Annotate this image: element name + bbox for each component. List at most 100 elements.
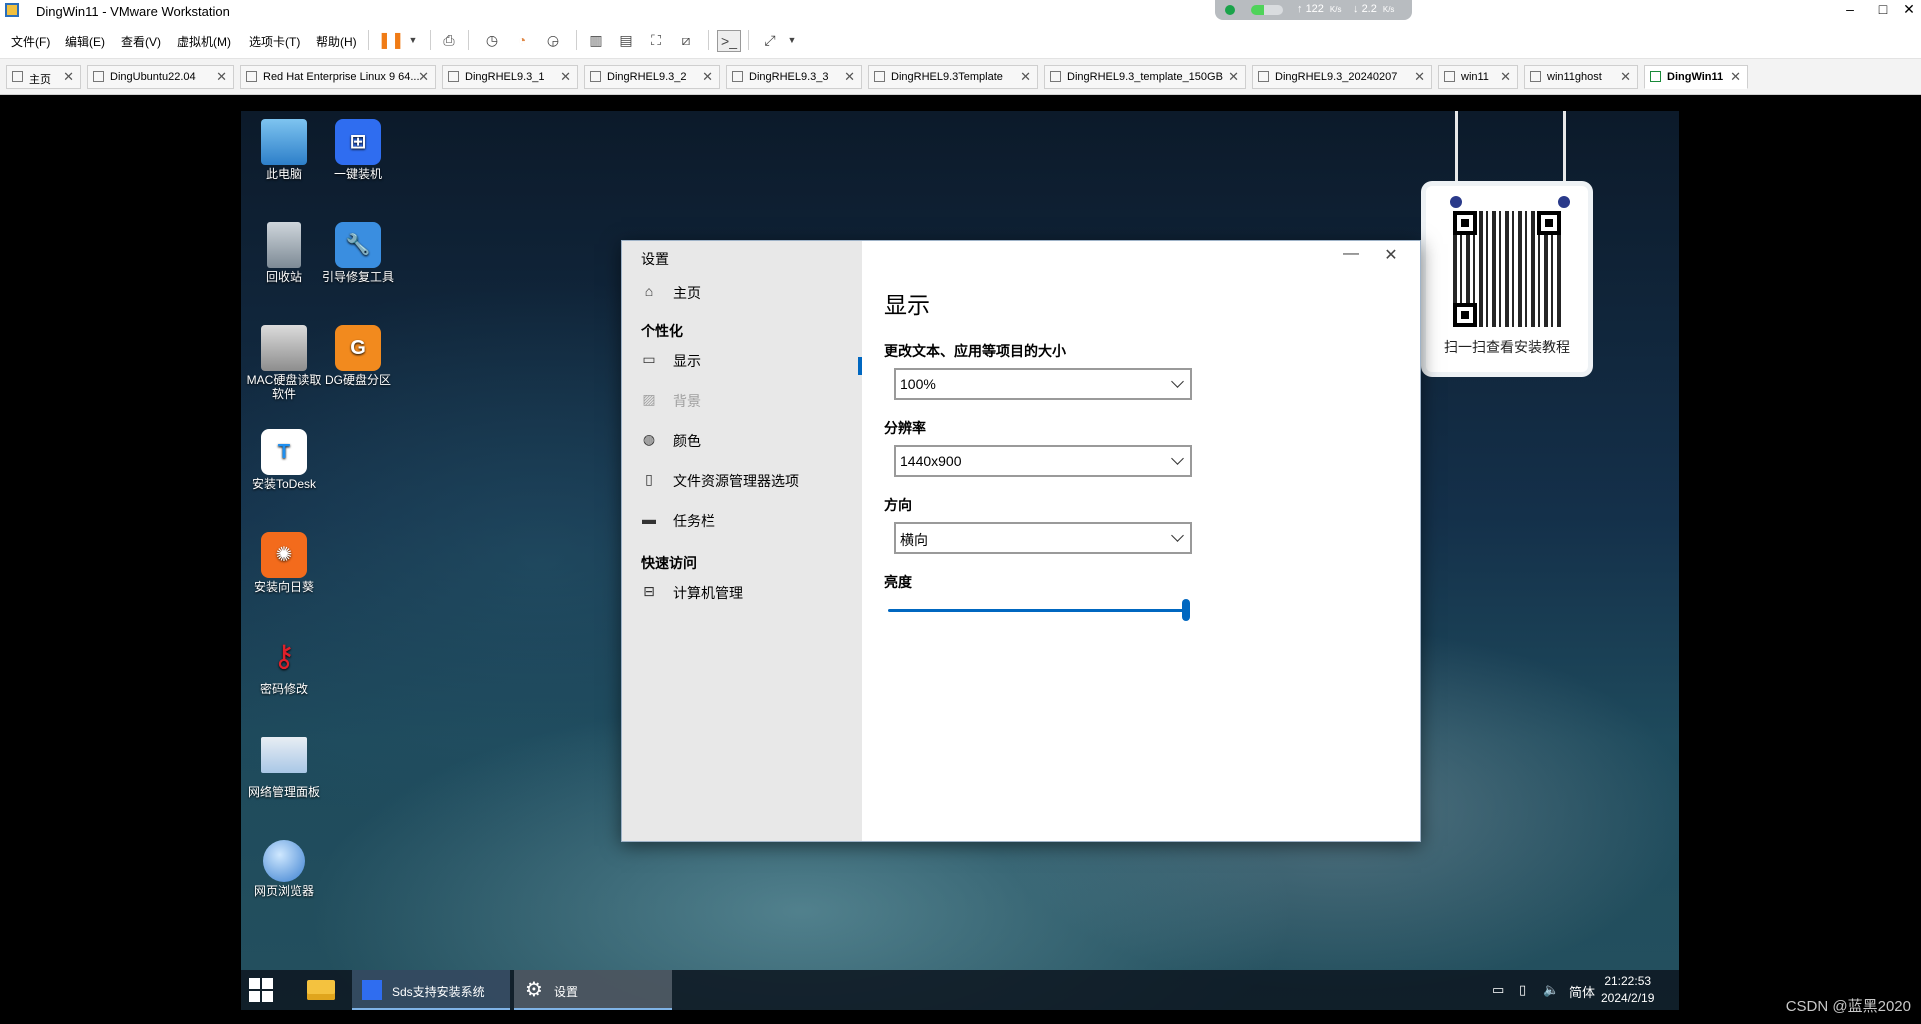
tab-vm[interactable]: DingRHEL9.3Template ✕ — [868, 65, 1038, 89]
nav-display[interactable]: ▭ 显示 — [641, 344, 861, 374]
thumbnail-bar-icon[interactable]: ▤ — [615, 30, 637, 50]
console-view-icon[interactable]: >_ — [717, 30, 741, 52]
tab-vm[interactable]: DingRHEL9.3_20240207 ✕ — [1252, 65, 1432, 89]
close-icon[interactable]: ✕ — [216, 69, 227, 85]
tab-vm[interactable]: DingRHEL9.3_2 ✕ — [584, 65, 720, 89]
taskbar-app-settings[interactable]: ⚙ 设置 — [514, 970, 672, 1010]
app-title-bar: DingWin11 - VMware Workstation ↑ 122 K/s … — [0, 0, 1921, 22]
pause-icon[interactable]: ❚❚ — [378, 30, 405, 50]
desktop-icon-password-change[interactable]: ⚷ 密码修改 — [246, 634, 322, 697]
resolution-dropdown[interactable]: 1440x900 — [894, 445, 1192, 477]
settings-content: — ✕ 显示 更改文本、应用等项目的大小 100% 分辨率 1440x900 方… — [862, 241, 1420, 841]
nav-background[interactable]: ▨ 背景 — [641, 384, 861, 414]
taskbar-app-sds[interactable]: Sds支持安装系统 — [352, 970, 510, 1010]
qr-caption: 扫一扫查看安装教程 — [1444, 339, 1570, 355]
scale-dropdown[interactable]: 100% — [894, 368, 1192, 400]
close-icon[interactable]: ✕ — [1500, 69, 1511, 85]
brightness-slider-track[interactable] — [888, 609, 1186, 612]
file-explorer-icon[interactable] — [307, 980, 335, 1000]
start-button[interactable] — [249, 978, 273, 1002]
nav-file-explorer-options[interactable]: ▯ 文件资源管理器选项 — [641, 464, 861, 494]
computer-icon — [261, 119, 307, 165]
close-icon[interactable]: ✕ — [1414, 69, 1425, 85]
vm-icon — [732, 71, 743, 82]
close-icon[interactable]: ✕ — [560, 69, 571, 85]
brightness-slider-thumb[interactable] — [1182, 599, 1190, 621]
tab-vm[interactable]: DingRHEL9.3_template_150GB ✕ — [1044, 65, 1246, 89]
close-button[interactable]: ✕ — [1375, 245, 1407, 267]
close-icon[interactable]: ✕ — [1620, 69, 1631, 85]
tab-vm[interactable]: win11ghost ✕ — [1524, 65, 1638, 89]
menu-vm[interactable]: 虚拟机(M) — [177, 33, 231, 50]
status-dot-icon — [1225, 5, 1235, 15]
maximize-button[interactable]: □ — [1869, 1, 1897, 17]
desktop-icon-recycle-bin[interactable]: 回收站 — [246, 222, 322, 284]
menu-help[interactable]: 帮助(H) — [316, 33, 357, 50]
tab-home[interactable]: 主页 ✕ — [6, 65, 81, 89]
desktop-icon-network-panel[interactable]: 网络管理面板 — [246, 737, 322, 799]
snapshot-manager-icon[interactable]: ◶ — [542, 30, 564, 50]
tab-vm-active[interactable]: DingWin11 ✕ — [1644, 65, 1748, 89]
diskgenius-icon: G — [335, 325, 381, 371]
vm-icon — [590, 71, 601, 82]
menu-edit[interactable]: 编辑(E) — [65, 33, 105, 50]
desktop-icon-boot-repair[interactable]: 🔧 引导修复工具 — [320, 222, 396, 284]
desktop-icon-todesk[interactable]: T 安装ToDesk — [246, 429, 322, 491]
minimize-button[interactable]: – — [1836, 1, 1864, 17]
desktop-icon-one-click-install[interactable]: ⊞ 一键装机 — [320, 119, 396, 181]
stretch-icon[interactable]: ⤢ — [759, 30, 781, 50]
desktop-icon-web-browser[interactable]: 网页浏览器 — [246, 840, 322, 898]
chevron-down-icon[interactable]: ▼ — [781, 30, 803, 50]
nav-colors[interactable]: ◍ 颜色 — [641, 424, 861, 454]
volume-icon[interactable]: 🔈 — [1543, 982, 1559, 998]
menu-file[interactable]: 文件(F) — [11, 33, 50, 50]
menu-view[interactable]: 查看(V) — [121, 33, 161, 50]
taskbar-icon: ▬ — [642, 511, 656, 527]
menu-tabs[interactable]: 选项卡(T) — [249, 33, 300, 50]
close-icon[interactable]: ✕ — [63, 69, 74, 85]
key-icon: ⚷ — [273, 640, 295, 673]
desktop-icon-mac-disk-reader[interactable]: MAC硬盘读取软件 — [246, 325, 322, 401]
vm-running-icon — [1650, 71, 1661, 82]
fullscreen-icon[interactable]: ⛶ — [645, 30, 667, 50]
tab-vm[interactable]: win11 ✕ — [1438, 65, 1518, 89]
close-icon[interactable]: ✕ — [702, 69, 713, 85]
tab-vm[interactable]: Red Hat Enterprise Linux 9 64... ✕ — [240, 65, 436, 89]
network-speed-widget[interactable]: ↑ 122 K/s ↓ 2.2 K/s — [1215, 0, 1412, 20]
close-icon[interactable]: ✕ — [1228, 69, 1239, 85]
tab-vm[interactable]: DingRHEL9.3_1 ✕ — [442, 65, 578, 89]
desktop-icon-sunflower[interactable]: ✺ 安装向日葵 — [246, 532, 322, 594]
send-keys-icon[interactable]: ⎙ — [438, 30, 460, 50]
minimize-button[interactable]: — — [1335, 245, 1367, 267]
desktop-icon-this-pc[interactable]: 此电脑 — [246, 119, 322, 181]
orientation-label: 方向 — [884, 497, 912, 513]
tab-vm[interactable]: DingUbuntu22.04 ✕ — [87, 65, 234, 89]
usb-icon[interactable]: ▯ — [1519, 982, 1526, 998]
guest-desktop[interactable]: 此电脑 ⊞ 一键装机 回收站 🔧 引导修复工具 MAC硬盘读取软件 G DG硬盘… — [241, 111, 1679, 1010]
unity-icon[interactable]: ⧄ — [675, 30, 697, 50]
close-icon[interactable]: ✕ — [1020, 69, 1031, 85]
system-clock[interactable]: 21:22:53 2024/2/19 — [1601, 973, 1654, 1007]
nav-taskbar[interactable]: ▬ 任务栏 — [641, 504, 861, 534]
recycle-bin-icon — [267, 222, 301, 268]
snapshot-icon[interactable]: ◷ — [481, 30, 503, 50]
vmware-logo-icon — [5, 3, 19, 17]
nav-computer-management[interactable]: ⊟ 计算机管理 — [641, 576, 861, 606]
close-button[interactable]: ✕ — [1895, 1, 1921, 18]
computer-management-icon: ⊟ — [643, 583, 655, 599]
tab-vm[interactable]: DingRHEL9.3_3 ✕ — [726, 65, 862, 89]
window-title: DingWin11 - VMware Workstation — [36, 4, 230, 19]
desktop-icon-diskgenius[interactable]: G DG硬盘分区 — [320, 325, 396, 387]
revert-snapshot-icon[interactable]: ◔ — [511, 30, 533, 50]
close-icon[interactable]: ✕ — [844, 69, 855, 85]
network-icon[interactable]: ▭ — [1492, 982, 1504, 998]
close-icon[interactable]: ✕ — [418, 69, 429, 85]
chevron-down-icon[interactable]: ▼ — [402, 30, 424, 50]
page-title: 显示 — [884, 292, 930, 318]
close-icon[interactable]: ✕ — [1730, 69, 1741, 85]
gear-icon: ⚙ — [525, 979, 543, 1001]
orientation-dropdown[interactable]: 横向 — [894, 522, 1192, 554]
ime-indicator[interactable]: 简体 — [1569, 982, 1595, 1001]
sidebar-toggle-icon[interactable]: ▥ — [585, 30, 607, 50]
nav-home[interactable]: ⌂ 主页 — [641, 276, 861, 306]
